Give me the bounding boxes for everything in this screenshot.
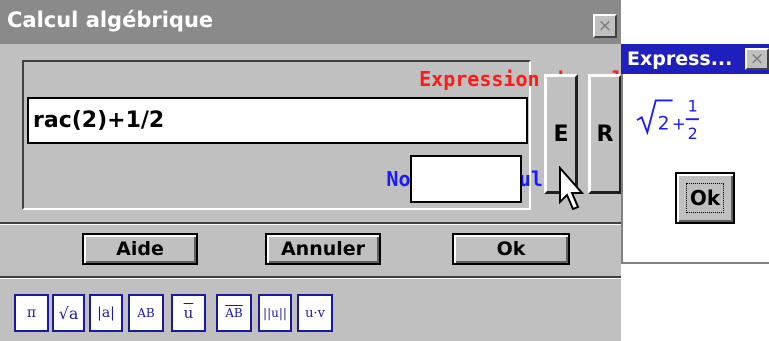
expression-input[interactable]: rac(2)+1/2 [27, 97, 528, 144]
expression-preview-window [621, 44, 769, 264]
vector-ab-icon: AB [225, 306, 243, 320]
dot-product-button[interactable]: u·v [297, 294, 333, 332]
pi-button[interactable]: π [14, 294, 49, 332]
preview-ok-button[interactable]: Ok [675, 172, 735, 224]
abs-value-button[interactable]: |a| [89, 294, 123, 332]
formula-display: 2 + 1 2 [636, 97, 699, 143]
close-glyph: × [597, 15, 613, 36]
calc-name-input[interactable] [410, 155, 522, 203]
preview-ok-label: Ok [685, 183, 725, 213]
sqrt-icon: √a [58, 303, 79, 323]
formula-plus: + [672, 114, 686, 134]
help-button[interactable]: Aide [82, 233, 198, 265]
vector-icon: u [183, 304, 194, 322]
sqrt-button[interactable]: √a [52, 294, 85, 332]
abs-value-icon: |a| [97, 305, 115, 321]
close-glyph: × [749, 48, 765, 69]
preview-title: Express... [627, 48, 733, 70]
formula-radicand: 2 [658, 114, 670, 135]
vector-ab-button[interactable]: AB [216, 294, 252, 332]
vector-norm-button[interactable]: ||u|| [258, 294, 292, 332]
dialog-title: Calcul algébrique [7, 8, 214, 32]
mouse-cursor-icon [559, 166, 585, 211]
vector-norm-icon: ||u|| [263, 306, 287, 320]
r-button[interactable]: R [588, 74, 622, 194]
pi-icon: π [26, 305, 37, 321]
separator-highlight [0, 224, 621, 225]
ok-button[interactable]: Ok [452, 233, 570, 265]
vector-button[interactable]: u [171, 294, 206, 332]
close-icon[interactable]: × [593, 14, 617, 38]
cancel-button[interactable]: Annuler [265, 233, 381, 265]
formula-denominator: 2 [688, 124, 698, 143]
dot-product-icon: u·v [305, 305, 325, 321]
separator-highlight [0, 278, 621, 279]
distance-button[interactable]: AB [128, 294, 164, 332]
close-icon[interactable]: × [745, 48, 769, 70]
distance-icon: AB [137, 306, 155, 320]
formula-numerator: 1 [688, 97, 698, 116]
